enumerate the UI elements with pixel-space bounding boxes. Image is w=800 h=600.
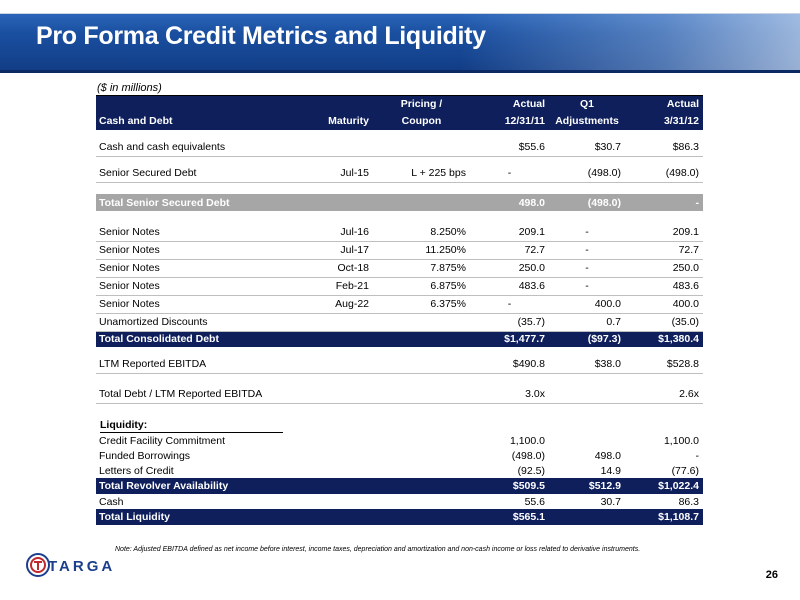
header-cell [96,96,266,112]
liquidity-label: Liquidity: [100,419,283,433]
table-row: Senior Secured Debt Jul-15 L + 225 bps -… [96,164,703,183]
table-row: Letters of Credit (92.5) 14.9 (77.6) [99,464,699,477]
logo-text: TARGA [48,558,116,575]
table-row: LTM Reported EBITDA $490.8 $38.0 $528.8 [96,355,703,374]
page-title: Pro Forma Credit Metrics and Liquidity [36,22,486,50]
header-cell: Pricing / [373,96,470,112]
table-row: Cash and cash equivalents $55.6 $30.7 $8… [96,138,703,157]
header-cell: 12/31/11 [470,112,549,130]
header-cell: Actual [625,96,703,112]
header-cell: Adjustments [549,112,625,130]
units-label: ($ in millions) [97,82,162,94]
header-cell: 3/31/12 [625,112,703,130]
title-bar-shine [460,14,800,70]
table-row: Senior Notes Oct-18 7.875% 250.0 - 250.0 [96,259,703,278]
table-header-row-1: Pricing / Actual Q1 Actual [96,96,703,112]
total-revolver-availability-row: Total Revolver Availability $509.5 $512.… [96,478,703,494]
header-cell: Maturity [266,112,373,130]
table-row: Cash 55.6 30.7 86.3 [99,495,699,508]
top-band [0,0,800,14]
table-row: Senior Notes Aug-22 6.375% - 400.0 400.0 [96,295,703,314]
page-number: 26 [765,569,778,581]
table-row: Credit Facility Commitment 1,100.0 1,100… [99,434,699,447]
table-row: Unamortized Discounts (35.7) 0.7 (35.0) [96,313,703,332]
total-consolidated-debt-row: Total Consolidated Debt $1,477.7 ($97.3)… [96,331,703,347]
table-row: Senior Notes Jul-17 11.250% 72.7 - 72.7 [96,241,703,260]
header-cell: Q1 [549,96,625,112]
table-row: Total Debt / LTM Reported EBITDA 3.0x 2.… [96,385,703,404]
footnote: Note: Adjusted EBITDA defined as net inc… [115,546,641,553]
total-senior-secured-row: Total Senior Secured Debt 498.0 (498.0) … [96,194,703,211]
table-row: Funded Borrowings (498.0) 498.0 - [99,449,699,462]
table-header-row-2: Cash and Debt Maturity Coupon 12/31/11 A… [96,112,703,130]
header-cell: Cash and Debt [96,112,266,130]
table-row: Senior Notes Feb-21 6.875% 483.6 - 483.6 [96,277,703,296]
credit-metrics-table: Pricing / Actual Q1 Actual Cash and Debt… [96,96,703,525]
total-liquidity-row: Total Liquidity $565.1 $1,108.7 [96,509,703,525]
header-cell: Actual [470,96,549,112]
table-row: Senior Notes Jul-16 8.250% 209.1 - 209.1 [96,223,703,242]
header-cell [266,96,373,112]
header-cell: Coupon [373,112,470,130]
title-bar-underline [0,70,800,73]
liquidity-section-label-row: Liquidity: [96,415,703,433]
